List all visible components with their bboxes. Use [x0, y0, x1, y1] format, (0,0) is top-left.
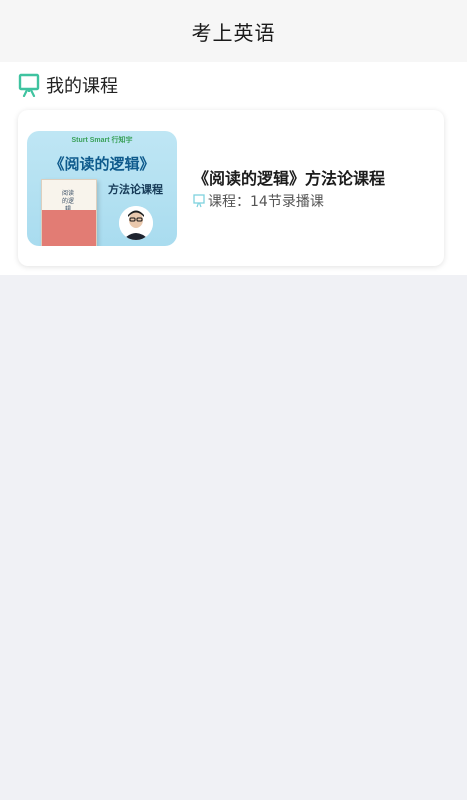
app-root: 考上英语 我的课程 Sturt Smart 行知宇 《阅读的逻辑》 方法论课程 … — [0, 0, 467, 800]
app-header: 考上英语 — [0, 0, 467, 62]
course-meta-label: 课程： — [208, 194, 250, 210]
course-title[interactable]: 《阅读的逻辑》方法论课程 — [193, 165, 385, 189]
cover-book-band — [42, 209, 96, 246]
course-cover-image: Sturt Smart 行知宇 《阅读的逻辑》 方法论课程 阅读的逻辑 — [27, 130, 177, 246]
course-card[interactable]: Sturt Smart 行知宇 《阅读的逻辑》 方法论课程 阅读的逻辑 — [18, 110, 444, 266]
cover-title: 《阅读的逻辑》 — [49, 154, 155, 173]
cover-book-illustration: 阅读的逻辑 — [41, 178, 97, 246]
page-title: 考上英语 — [191, 20, 276, 45]
author-avatar — [119, 205, 153, 240]
course-info: 《阅读的逻辑》方法论课程 课程： 14节录播课 — [193, 165, 385, 211]
cover-brand: Sturt Smart 行知宇 — [71, 136, 133, 144]
whiteboard-icon — [18, 73, 40, 98]
cover-subtitle: 方法论课程 — [108, 182, 163, 196]
my-courses-section: 我的课程 Sturt Smart 行知宇 《阅读的逻辑》 方法论课程 阅读的逻辑 — [0, 62, 467, 275]
whiteboard-icon — [193, 194, 205, 208]
course-meta-value: 14节录播课 — [250, 194, 324, 210]
course-meta: 课程： 14节录播课 — [193, 191, 385, 211]
section-title: 我的课程 — [46, 76, 118, 97]
section-heading: 我的课程 — [0, 62, 467, 108]
